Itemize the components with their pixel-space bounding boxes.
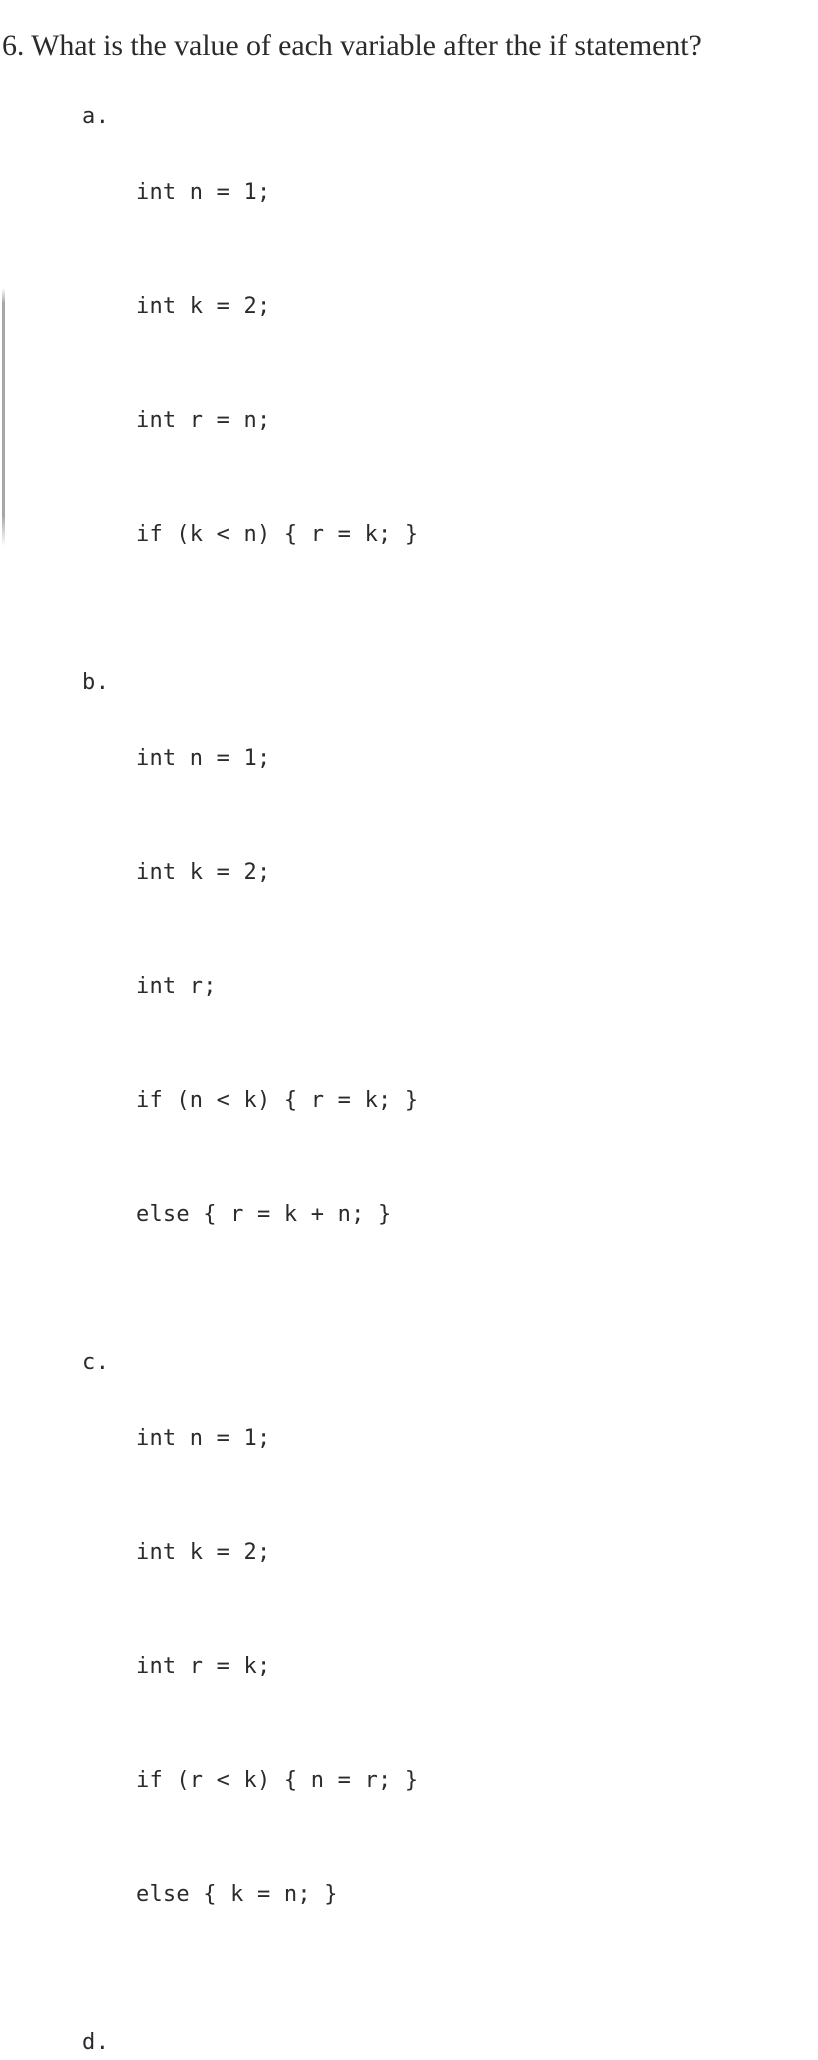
- code-line: else { k = n; }: [136, 1882, 338, 1907]
- question-parts-list: a. int n = 1; int k = 2; int r = n; if (…: [0, 98, 818, 2060]
- part-code-block: int n = 1; int k = 2; int r; if (n < k) …: [0, 664, 818, 1310]
- question-part: a. int n = 1; int k = 2; int r = n; if (…: [0, 98, 818, 630]
- code-line: int k = 2;: [136, 860, 271, 885]
- part-code-block: int n = 1; int k = 2; int r = k; if (r <…: [0, 1344, 818, 1990]
- part-code-block: int n = 1; int k = 2; int r = n; if (k <…: [0, 98, 818, 630]
- code-line: int n = 1;: [136, 1426, 271, 1451]
- code-line: int k = 2;: [136, 294, 271, 319]
- part-marker: b.: [82, 670, 110, 695]
- code-line: int r = k;: [136, 1654, 271, 1679]
- question-heading: 6. What is the value of each variable af…: [2, 29, 702, 62]
- code-line: int r = n;: [136, 408, 271, 433]
- code-line: if (k < n) { r = k; }: [136, 522, 419, 547]
- code-line: if (r < k) { n = r; }: [136, 1768, 419, 1793]
- code-line: int k = 2;: [136, 1540, 271, 1565]
- question-part: c. int n = 1; int k = 2; int r = k; if (…: [0, 1344, 818, 1990]
- code-line: int r;: [136, 974, 217, 999]
- part-marker: d.: [82, 2030, 110, 2055]
- code-line: int n = 1;: [136, 746, 271, 771]
- code-line: if (n < k) { r = k; }: [136, 1088, 419, 1113]
- code-line: int n = 1;: [136, 180, 271, 205]
- document-page: 6. What is the value of each variable af…: [0, 0, 818, 2055]
- question-part: d. int n = 1; int k = 2; int r = 3; if (…: [0, 2024, 818, 2060]
- part-marker: c.: [82, 1350, 110, 1375]
- code-line: else { r = k + n; }: [136, 1202, 392, 1227]
- question-part: b. int n = 1; int k = 2; int r; if (n < …: [0, 664, 818, 1310]
- part-marker: a.: [82, 104, 110, 129]
